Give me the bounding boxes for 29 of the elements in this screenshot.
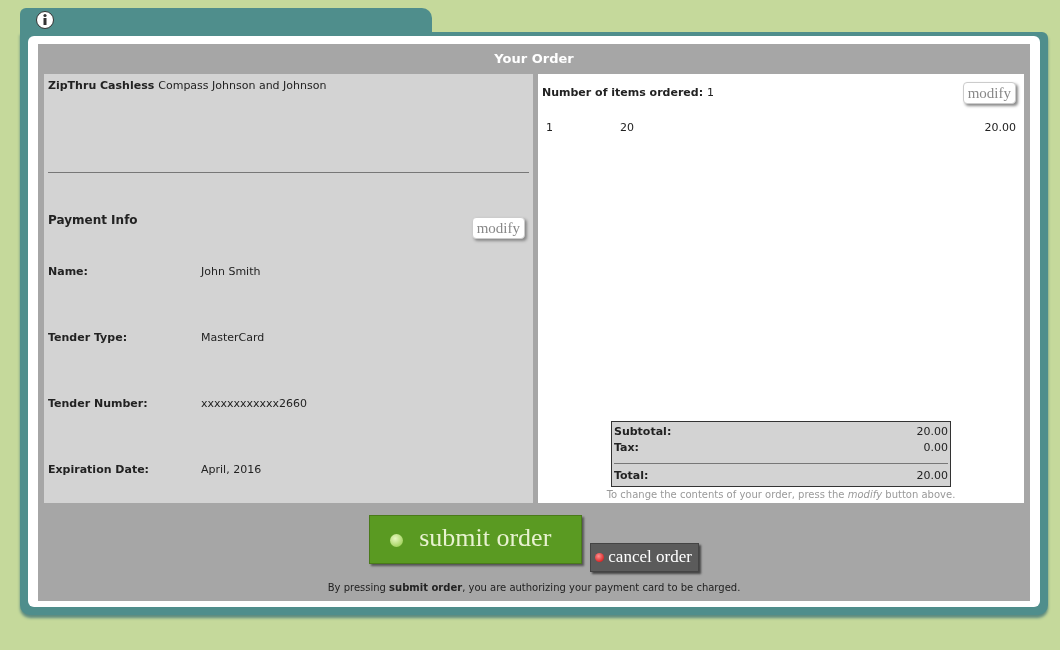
totals-label: Subtotal: — [614, 423, 672, 440]
total-label: Total: — [614, 467, 649, 484]
submit-order-button[interactable]: submit order — [369, 515, 583, 564]
field-value: John Smith — [201, 263, 261, 280]
hint-text: To change the contents of your order, press the modify button above. — [606, 488, 956, 502]
field-label: Tender Number: — [48, 395, 149, 412]
modify-button[interactable]: modify — [471, 217, 525, 239]
merchant-name: ZipThru Cashless — [48, 79, 155, 92]
info-icon — [36, 11, 54, 29]
item-quantity: 1 — [546, 120, 554, 136]
item-price: 20.00 — [984, 120, 1016, 136]
total-value: 20.00 — [916, 467, 948, 484]
field-value: MasterCard — [201, 329, 265, 346]
cancel-order-button[interactable]: cancel order — [590, 542, 699, 572]
field-label: Name: — [48, 263, 89, 280]
field-value: April, 2016 — [201, 461, 262, 478]
totals-label: Tax: — [614, 440, 639, 456]
order-title: Your Order — [493, 50, 575, 68]
field-label: Tender Type: — [48, 329, 129, 346]
authorization-notice: By pressing submit order, you are authorizing your payment card to be charged. — [327, 582, 741, 593]
field-label: Expiration Date: — [48, 461, 151, 478]
payment-heading: Payment Info — [48, 212, 138, 229]
totals-value: 20.00 — [916, 423, 948, 440]
item-name: 20 — [620, 120, 635, 136]
totals-value: 0.00 — [923, 440, 948, 456]
items-count: Number of items ordered: 1 — [542, 84, 714, 101]
modify-button[interactable]: modify — [962, 82, 1016, 104]
merchant-location: Compass Johnson and Johnson — [158, 79, 327, 92]
field-value: xxxxxxxxxxxx2660 — [201, 395, 308, 412]
